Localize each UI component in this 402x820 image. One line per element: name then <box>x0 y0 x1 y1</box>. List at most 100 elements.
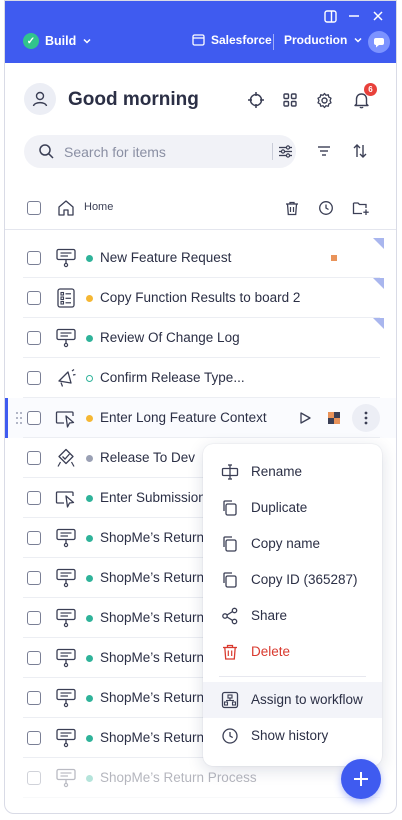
top-bar: ✓ Build Salesforce Production <box>5 1 396 63</box>
row-checkbox[interactable] <box>27 371 41 385</box>
build-mode-dropdown[interactable]: ✓ Build <box>23 33 92 49</box>
status-dot <box>86 375 93 382</box>
copy-icon <box>223 572 237 588</box>
menu-item-show-history[interactable]: Show history <box>203 718 382 754</box>
list-item-label: Release To Dev <box>100 450 196 465</box>
clock-icon <box>222 728 238 744</box>
menu-item-label: Delete <box>251 644 291 659</box>
minimize-icon[interactable] <box>345 7 363 25</box>
status-dot <box>86 335 93 342</box>
smart-tip-icon <box>55 328 77 348</box>
filter-icon[interactable] <box>316 143 332 159</box>
row-checkbox[interactable] <box>27 491 41 505</box>
menu-item-delete[interactable]: Delete <box>203 634 382 670</box>
more-options-button[interactable] <box>352 404 380 432</box>
avatar[interactable] <box>24 83 56 115</box>
grid-apps-icon[interactable] <box>280 90 300 110</box>
breadcrumb[interactable]: Home <box>84 201 113 213</box>
menu-item-assign-workflow[interactable]: Assign to workflow <box>203 682 382 718</box>
capture-target-icon[interactable] <box>246 90 266 110</box>
page-title: Good morning <box>68 89 199 110</box>
clock-icon[interactable] <box>318 200 334 216</box>
list-item[interactable]: Confirm Release Type... <box>5 358 396 398</box>
filter-sliders-icon[interactable] <box>278 144 293 159</box>
add-item-button[interactable] <box>341 759 381 799</box>
menu-item-duplicate[interactable]: Duplicate <box>203 490 382 526</box>
menu-divider <box>219 676 366 677</box>
row-divider <box>23 797 380 798</box>
chat-icon <box>374 37 384 47</box>
row-checkbox[interactable] <box>27 251 41 265</box>
environment-dropdown[interactable]: Production <box>284 33 363 47</box>
smart-tip-icon <box>55 768 77 788</box>
row-checkbox[interactable] <box>27 651 41 665</box>
smart-tip-icon <box>55 688 77 708</box>
list-item[interactable]: Enter Long Feature Context <box>5 398 396 438</box>
menu-item-rename[interactable]: Rename <box>203 454 382 490</box>
search-icon <box>39 144 54 159</box>
list-item-label: Review Of Change Log <box>100 330 240 345</box>
build-label: Build <box>45 34 77 48</box>
trash-icon[interactable] <box>284 200 300 216</box>
walkthru-icon <box>55 488 77 508</box>
menu-item-label: Copy ID (365287) <box>251 572 358 587</box>
status-dot <box>86 655 93 662</box>
row-checkbox[interactable] <box>27 291 41 305</box>
list-item-label: Enter Long Feature Context <box>100 410 267 425</box>
list-item[interactable]: Review Of Change Log <box>5 318 396 358</box>
new-folder-icon[interactable] <box>352 200 370 216</box>
environment-label: Production <box>284 33 348 47</box>
segment-icon[interactable] <box>327 411 341 425</box>
workflow-icon <box>221 691 239 709</box>
play-icon[interactable] <box>298 411 312 425</box>
system-selector[interactable]: Salesforce <box>192 33 272 47</box>
list-item[interactable]: New Feature Request <box>5 238 396 278</box>
dock-panel-icon[interactable] <box>321 7 339 25</box>
row-checkbox[interactable] <box>27 531 41 545</box>
folder-toolbar: Home <box>5 189 396 229</box>
list-item-label: ShopMe’s Return <box>100 610 205 625</box>
close-icon[interactable] <box>369 7 387 25</box>
sort-icon[interactable] <box>352 143 368 159</box>
trash-icon <box>223 644 237 660</box>
check-circle-icon: ✓ <box>23 33 39 49</box>
walkthru-icon <box>55 408 77 428</box>
menu-item-label: Show history <box>251 728 329 743</box>
status-dot <box>86 535 93 542</box>
menu-item-copy-id[interactable]: Copy ID (365287) <box>203 562 382 598</box>
list-item-label: Enter Submission <box>100 490 206 505</box>
list-item-label: ShopMe’s Return <box>100 730 205 745</box>
menu-item-share[interactable]: Share <box>203 598 382 634</box>
row-checkbox[interactable] <box>27 331 41 345</box>
menu-item-copy-name[interactable]: Copy name <box>203 526 382 562</box>
row-checkbox[interactable] <box>27 771 41 785</box>
search-bar <box>24 135 296 168</box>
row-checkbox[interactable] <box>27 411 41 425</box>
home-icon[interactable] <box>57 199 75 217</box>
chevron-down-icon <box>83 38 91 44</box>
row-checkbox[interactable] <box>27 451 41 465</box>
share-icon <box>222 607 238 625</box>
system-icon <box>192 34 205 46</box>
user-icon <box>32 91 48 107</box>
corner-flag-icon <box>373 238 384 249</box>
row-checkbox[interactable] <box>27 611 41 625</box>
topbar-divider <box>273 34 274 50</box>
drag-handle-icon[interactable] <box>15 411 23 425</box>
gear-icon[interactable] <box>314 90 334 110</box>
select-all-checkbox[interactable] <box>27 201 41 215</box>
list-item[interactable]: Copy Function Results to board 2 <box>5 278 396 318</box>
row-checkbox[interactable] <box>27 571 41 585</box>
list-item-label: Confirm Release Type... <box>100 370 245 385</box>
list-item-label: ShopMe’s Return Process <box>100 770 257 785</box>
status-dot <box>86 775 93 782</box>
chat-button[interactable] <box>368 31 390 53</box>
smart-tip-icon <box>55 728 77 748</box>
notification-badge: 6 <box>364 83 377 96</box>
list-item-label: ShopMe’s Return <box>100 650 205 665</box>
status-dot <box>86 615 93 622</box>
menu-item-label: Rename <box>251 464 303 479</box>
row-checkbox[interactable] <box>27 731 41 745</box>
search-input[interactable] <box>64 135 254 168</box>
row-checkbox[interactable] <box>27 691 41 705</box>
